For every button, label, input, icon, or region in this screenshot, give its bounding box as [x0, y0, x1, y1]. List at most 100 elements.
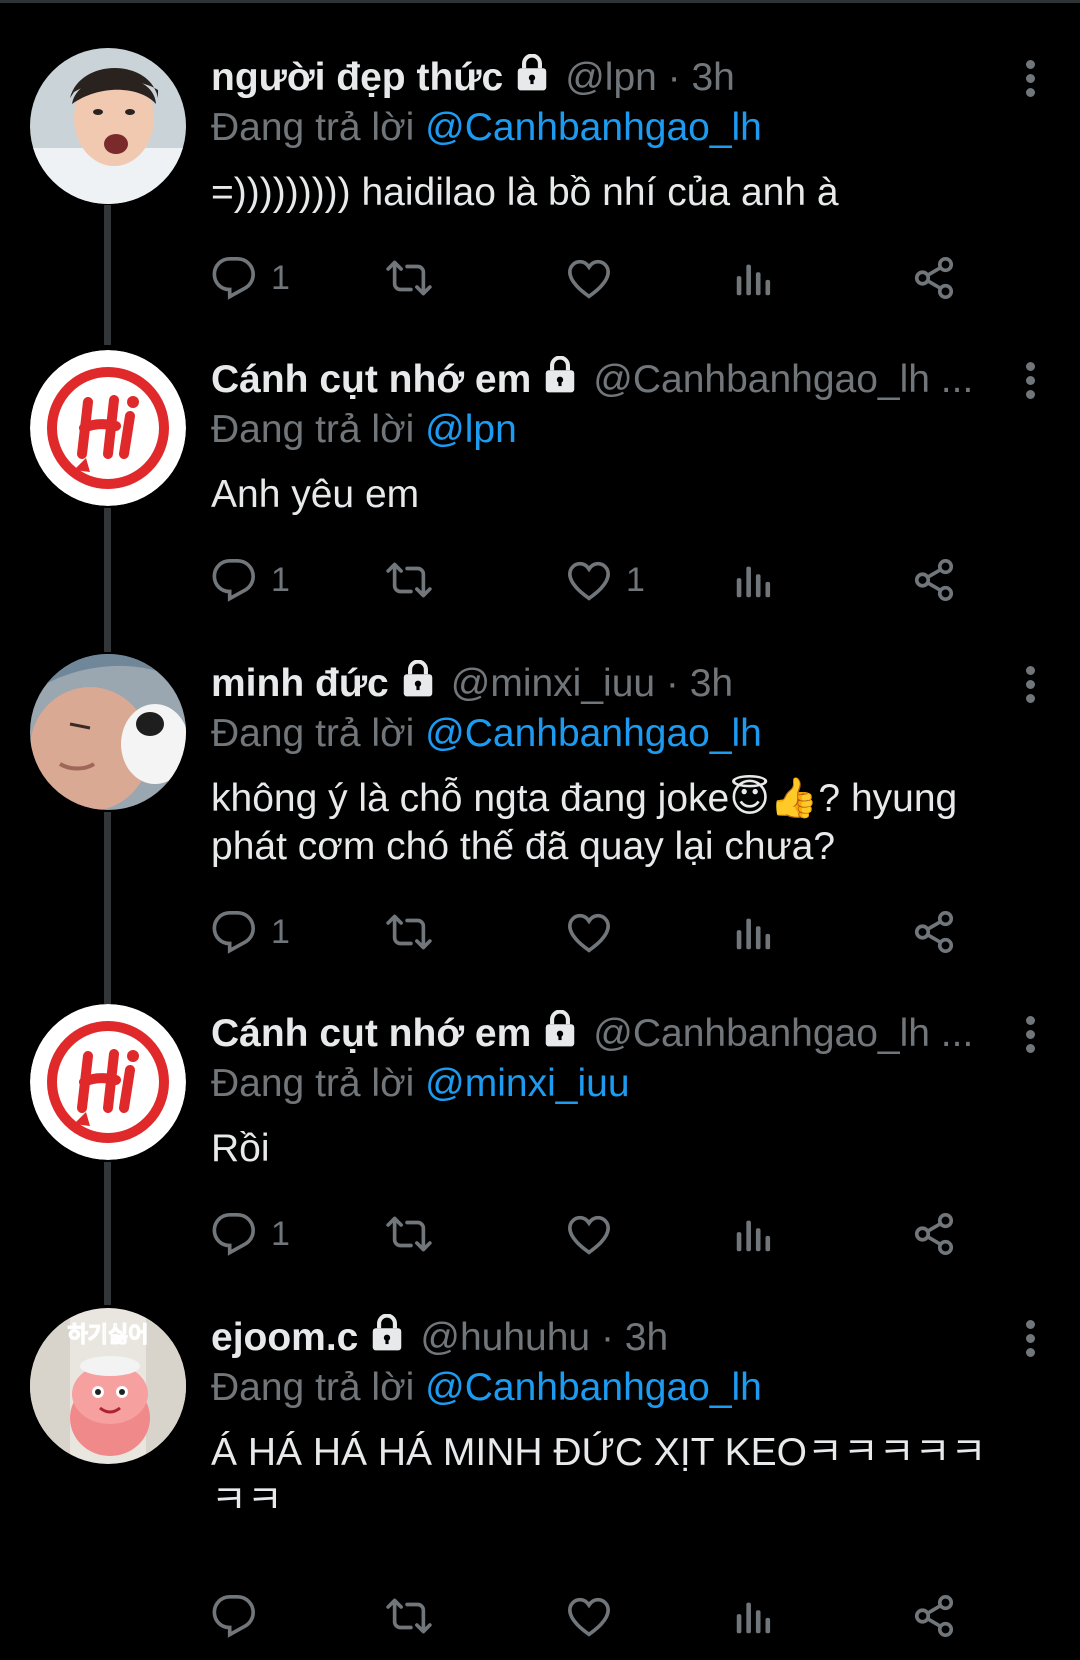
action-bar: 1	[211, 904, 1011, 960]
mention-link[interactable]: @Canhbanhgao_lh	[425, 1366, 762, 1409]
action-bar: 11	[211, 552, 1011, 608]
handle-time[interactable]: @Canhbanhgao_lh ...	[593, 358, 973, 402]
like-icon	[566, 1593, 612, 1639]
lock-icon	[541, 355, 579, 404]
retweet-button[interactable]	[386, 552, 446, 608]
lock-icon	[368, 1313, 406, 1362]
more-icon[interactable]	[1010, 356, 1050, 404]
share-button[interactable]	[911, 1206, 957, 1262]
like-icon	[566, 557, 612, 603]
mention-link[interactable]: @lpn	[425, 408, 517, 451]
retweet-icon	[386, 255, 432, 301]
retweet-icon	[386, 557, 432, 603]
action-bar	[211, 1588, 1011, 1644]
share-icon	[911, 1211, 957, 1257]
like-button[interactable]	[566, 1588, 626, 1644]
reply-button[interactable]: 1	[211, 904, 290, 960]
like-button[interactable]	[566, 1206, 626, 1262]
retweet-button[interactable]	[386, 904, 446, 960]
reply-count: 1	[271, 1214, 290, 1253]
tweet-header: Cánh cụt nhớ em @Canhbanhgao_lh ...	[211, 1009, 990, 1058]
like-icon	[566, 909, 612, 955]
like-count: 1	[626, 560, 645, 599]
share-button[interactable]	[911, 250, 957, 306]
share-icon	[911, 1593, 957, 1639]
like-button[interactable]	[566, 904, 626, 960]
display-name[interactable]: minh đức	[211, 662, 389, 706]
mention-link[interactable]: @Canhbanhgao_lh	[425, 106, 762, 149]
replying-to: Đang trả lời @minxi_iuu	[211, 1060, 990, 1108]
tweet-header: người đẹp thức @lpn · 3h	[211, 53, 990, 102]
handle-time[interactable]: @huhuhu · 3h	[420, 1316, 668, 1360]
handle-time[interactable]: @Canhbanhgao_lh ...	[593, 1012, 973, 1056]
reply-icon	[211, 557, 257, 603]
handle-time[interactable]: @lpn · 3h	[565, 56, 735, 100]
like-button[interactable]	[566, 250, 626, 306]
replying-label: Đang trả lời	[211, 1062, 415, 1105]
views-button[interactable]	[731, 1206, 777, 1262]
thread-connector	[104, 1162, 111, 1305]
avatar[interactable]: 하기싫어	[30, 1308, 186, 1464]
more-icon[interactable]	[1010, 660, 1050, 708]
handle-time[interactable]: @minxi_iuu · 3h	[451, 662, 733, 706]
avatar[interactable]	[30, 48, 186, 204]
tweet-text: Á HÁ HÁ HÁ MINH ĐỨC XỊT KEOㅋㅋㅋㅋㅋㅋㅋ	[211, 1431, 987, 1522]
reply-icon	[211, 1211, 257, 1257]
share-button[interactable]	[911, 904, 957, 960]
lock-icon	[399, 659, 437, 708]
reply-count: 1	[271, 258, 290, 297]
views-button[interactable]	[731, 552, 777, 608]
mention-link[interactable]: @Canhbanhgao_lh	[425, 712, 762, 755]
views-button[interactable]	[731, 250, 777, 306]
replying-to: Đang trả lời @Canhbanhgao_lh	[211, 710, 990, 758]
reply-button[interactable]	[211, 1588, 271, 1644]
reply-button[interactable]: 1	[211, 250, 290, 306]
like-icon	[566, 255, 612, 301]
retweet-button[interactable]	[386, 250, 446, 306]
more-icon[interactable]	[1010, 54, 1050, 102]
retweet-button[interactable]	[386, 1588, 446, 1644]
more-icon[interactable]	[1010, 1010, 1050, 1058]
reply-count: 1	[271, 912, 290, 951]
tweet-text: không ý là chỗ ngta đang joke😇👍? hyung p…	[211, 777, 958, 868]
reply-count: 1	[271, 560, 290, 599]
avatar[interactable]	[30, 350, 186, 506]
thread-connector	[104, 508, 111, 652]
share-button[interactable]	[911, 552, 957, 608]
display-name[interactable]: Cánh cụt nhớ em	[211, 358, 531, 402]
views-icon	[731, 1211, 777, 1257]
retweet-icon	[386, 1593, 432, 1639]
share-button[interactable]	[911, 1588, 957, 1644]
reply-icon	[211, 909, 257, 955]
replying-label: Đang trả lời	[211, 408, 415, 451]
like-icon	[566, 1211, 612, 1257]
views-button[interactable]	[731, 904, 777, 960]
avatar[interactable]	[30, 654, 186, 810]
reply-icon	[211, 1593, 257, 1639]
replying-to: Đang trả lời @Canhbanhgao_lh	[211, 1364, 990, 1412]
display-name[interactable]: người đẹp thức	[211, 56, 503, 100]
sticker-text: 하기싫어	[68, 1323, 149, 1348]
action-bar: 1	[211, 1206, 1011, 1262]
replying-to: Đang trả lời @Canhbanhgao_lh	[211, 104, 990, 152]
reply-icon	[211, 255, 257, 301]
lock-icon	[541, 1009, 579, 1058]
reply-button[interactable]: 1	[211, 1206, 290, 1262]
top-divider	[0, 0, 1080, 3]
views-icon	[731, 909, 777, 955]
replying-label: Đang trả lời	[211, 712, 415, 755]
mention-link[interactable]: @minxi_iuu	[425, 1062, 629, 1105]
avatar[interactable]	[30, 1004, 186, 1160]
tweet-header: minh đức @minxi_iuu · 3h	[211, 659, 990, 708]
display-name[interactable]: ejoom.c	[211, 1316, 358, 1360]
thread-connector	[104, 205, 111, 345]
reply-button[interactable]: 1	[211, 552, 290, 608]
display-name[interactable]: Cánh cụt nhớ em	[211, 1012, 531, 1056]
more-icon[interactable]	[1010, 1314, 1050, 1362]
views-button[interactable]	[731, 1588, 777, 1644]
like-button[interactable]: 1	[566, 552, 645, 608]
tweet-text: Rồi	[211, 1127, 270, 1170]
retweet-button[interactable]	[386, 1206, 446, 1262]
thread-connector	[104, 812, 111, 1004]
action-bar: 1	[211, 250, 1011, 306]
